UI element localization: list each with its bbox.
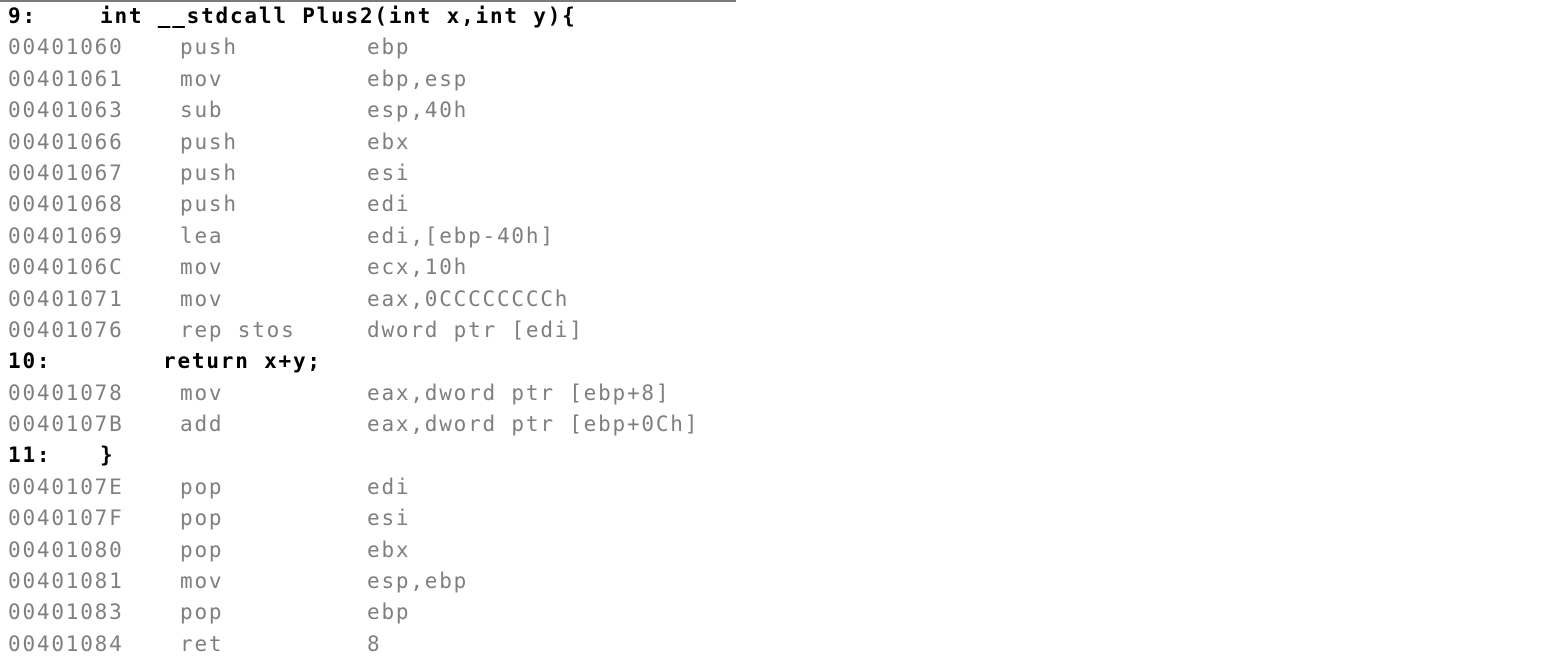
asm-line[interactable]: 00401078 mov eax,dword ptr [ebp+8]: [0, 379, 740, 410]
source-code: return x+y;: [163, 349, 322, 374]
mnemonic: pop: [180, 506, 224, 531]
mnemonic: rep stos: [180, 317, 296, 342]
asm-line[interactable]: 00401071 mov eax,0CCCCCCCCh: [0, 285, 740, 316]
asm-line[interactable]: 00401084 ret 8: [0, 630, 740, 661]
address: 00401068: [8, 192, 124, 217]
operands: ebx: [367, 537, 411, 562]
asm-line[interactable]: 00401069 lea edi,[ebp-40h]: [0, 222, 740, 253]
asm-line[interactable]: 00401060 push ebp: [0, 33, 740, 64]
operands: edi: [367, 474, 411, 499]
mnemonic: mov: [180, 569, 224, 594]
asm-line[interactable]: 00401081 mov esp,ebp: [0, 567, 740, 598]
asm-line[interactable]: 00401066 push ebx: [0, 128, 740, 159]
mnemonic: mov: [180, 66, 224, 91]
mnemonic: pop: [180, 600, 224, 625]
line-number: 9:: [8, 4, 37, 28]
mnemonic: pop: [180, 474, 224, 499]
address: 00401081: [8, 569, 124, 594]
mnemonic: mov: [180, 255, 224, 280]
address: 0040107E: [8, 474, 124, 499]
operands: 8: [367, 631, 382, 656]
source-line[interactable]: 9: int __stdcall Plus2(int x,int y){: [0, 2, 740, 33]
mnemonic: pop: [180, 537, 224, 562]
mnemonic: ret: [180, 631, 224, 656]
mnemonic: push: [180, 160, 238, 185]
operands: eax,0CCCCCCCCh: [367, 286, 570, 311]
mnemonic: push: [180, 35, 238, 60]
asm-line[interactable]: 0040107F pop esi: [0, 504, 740, 535]
asm-line[interactable]: 00401076 rep stos dword ptr [edi]: [0, 316, 740, 347]
mnemonic: push: [180, 129, 238, 154]
address: 0040106C: [8, 255, 124, 280]
operands: ebp: [367, 35, 411, 60]
operands: edi: [367, 192, 411, 217]
operands: eax,dword ptr [ebp+0Ch]: [367, 412, 700, 437]
operands: ebp: [367, 600, 411, 625]
asm-line[interactable]: 00401063 sub esp,40h: [0, 96, 740, 127]
mnemonic: lea: [180, 223, 224, 248]
asm-line[interactable]: 00401083 pop ebp: [0, 598, 740, 629]
mnemonic: add: [180, 412, 224, 437]
asm-line[interactable]: 0040107E pop edi: [0, 473, 740, 504]
mnemonic: push: [180, 192, 238, 217]
line-number: 10:: [8, 349, 52, 374]
operands: dword ptr [edi]: [367, 317, 584, 342]
operands: esp,40h: [367, 98, 469, 123]
address: 00401069: [8, 223, 124, 248]
address: 00401076: [8, 317, 124, 342]
address: 00401060: [8, 35, 124, 60]
operands: edi,[ebp-40h]: [367, 223, 555, 248]
address: 00401063: [8, 98, 124, 123]
address: 00401061: [8, 66, 124, 91]
operands: ebp,esp: [367, 66, 469, 91]
disassembly-listing: 9: int __stdcall Plus2(int x,int y){ 00401…: [0, 2, 740, 661]
asm-line[interactable]: 00401068 push edi: [0, 190, 740, 221]
operands: esi: [367, 160, 411, 185]
mnemonic: sub: [180, 98, 224, 123]
operands: ebx: [367, 129, 411, 154]
address: 00401078: [8, 380, 124, 405]
mnemonic: mov: [180, 380, 224, 405]
line-number: 11:: [8, 443, 52, 468]
operands: eax,dword ptr [ebp+8]: [367, 380, 671, 405]
address: 0040107B: [8, 412, 124, 437]
mnemonic: mov: [180, 286, 224, 311]
operands: ecx,10h: [367, 255, 469, 280]
address: 00401066: [8, 129, 124, 154]
address: 0040107F: [8, 506, 124, 531]
address: 00401084: [8, 631, 124, 656]
address: 00401071: [8, 286, 124, 311]
address: 00401080: [8, 537, 124, 562]
asm-line[interactable]: 00401067 push esi: [0, 159, 740, 190]
source-line[interactable]: 11:}: [0, 441, 740, 472]
source-code: }: [100, 443, 115, 468]
address: 00401083: [8, 600, 124, 625]
address: 00401067: [8, 160, 124, 185]
asm-line[interactable]: 0040106C mov ecx,10h: [0, 253, 740, 284]
source-code: int __stdcall Plus2(int x,int y){: [100, 4, 577, 28]
asm-line[interactable]: 0040107B add eax,dword ptr [ebp+0Ch]: [0, 410, 740, 441]
source-line[interactable]: 10: return x+y;: [0, 347, 740, 378]
operands: esp,ebp: [367, 569, 469, 594]
operands: esi: [367, 506, 411, 531]
asm-line[interactable]: 00401061 mov ebp,esp: [0, 65, 740, 96]
asm-line[interactable]: 00401080 pop ebx: [0, 536, 740, 567]
